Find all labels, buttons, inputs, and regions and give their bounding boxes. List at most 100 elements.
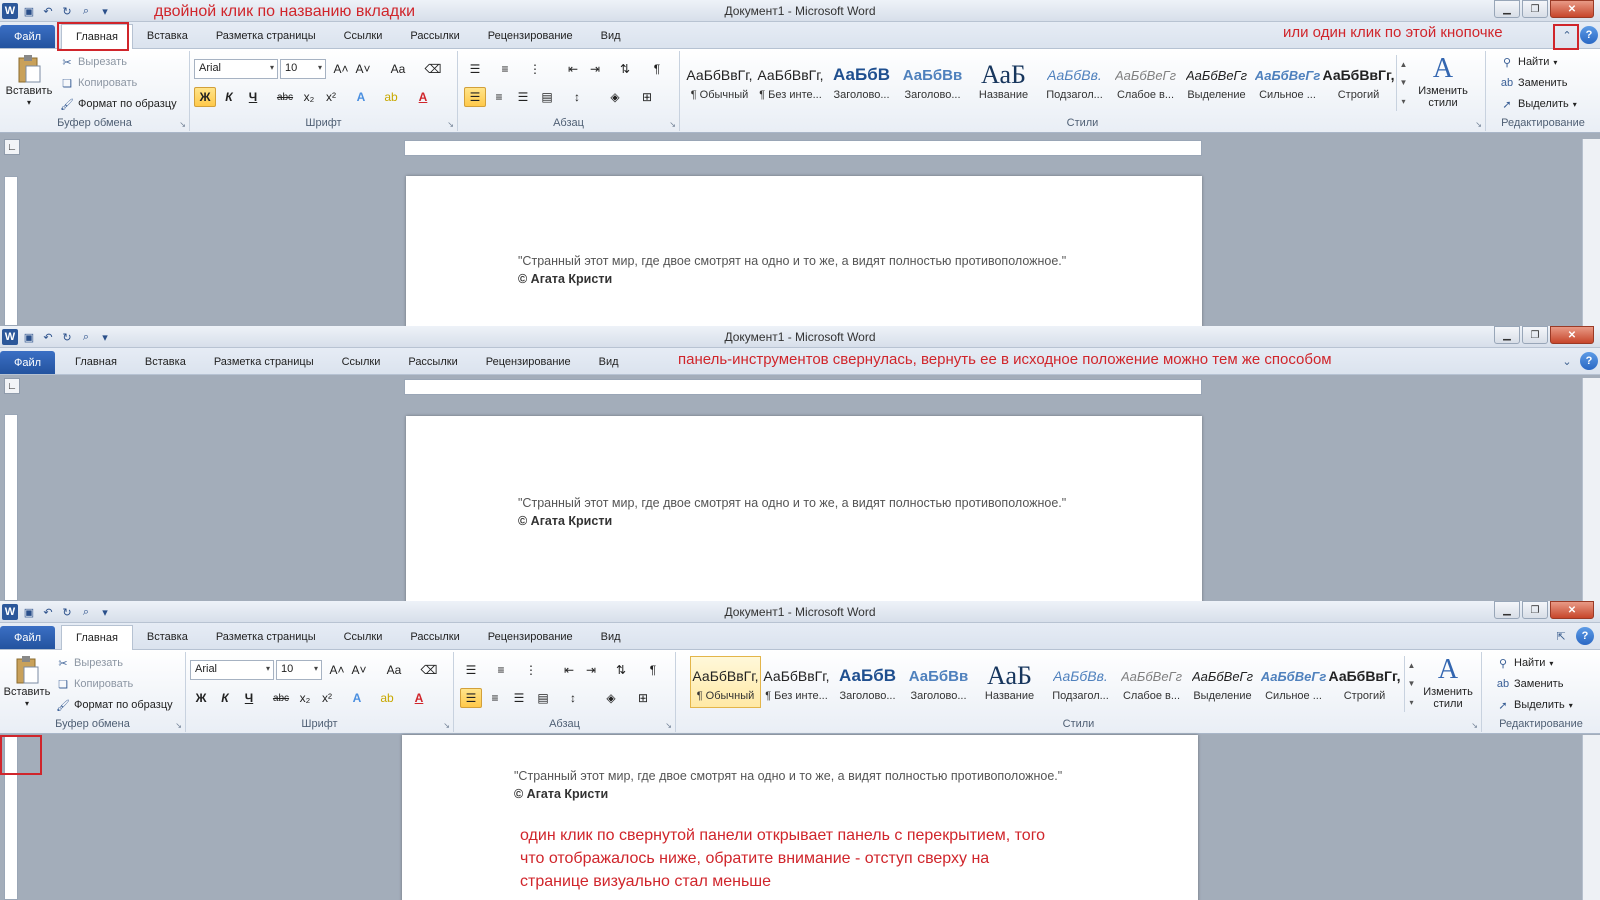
select-button[interactable]: ➚ Выделить ▾	[1500, 97, 1576, 111]
increase-indent-icon[interactable]: ⇥	[584, 59, 606, 79]
tab-review[interactable]: Рецензирование	[474, 623, 587, 650]
align-right-icon[interactable]: ☰	[508, 688, 530, 708]
font-color-button[interactable]: A	[408, 688, 430, 708]
vertical-ruler[interactable]	[4, 176, 18, 326]
close-button[interactable]: ✕	[1550, 326, 1594, 344]
replace-button[interactable]: ab Заменить	[1500, 76, 1568, 90]
align-right-icon[interactable]: ☰	[512, 87, 534, 107]
maximize-button[interactable]: ❐	[1522, 326, 1548, 344]
tab-page-layout[interactable]: Разметка страницы	[202, 22, 330, 49]
align-left-icon[interactable]: ☰	[460, 688, 482, 708]
maximize-button[interactable]: ❐	[1522, 0, 1548, 18]
style-emphasis[interactable]: АаБбВеГг Выделение	[1181, 55, 1252, 107]
document-quote[interactable]: "Странный этот мир, где двое смотрят на …	[518, 496, 1066, 510]
bold-button[interactable]: Ж	[194, 87, 216, 107]
grow-font-button[interactable]: A˄	[330, 59, 352, 79]
dialog-launcher-icon[interactable]: ↘	[1475, 120, 1482, 129]
italic-button[interactable]: К	[214, 688, 236, 708]
multilevel-list-icon[interactable]: ⋮	[524, 59, 546, 79]
line-spacing-icon[interactable]: ↕	[562, 688, 584, 708]
change-case-button[interactable]: Aa	[380, 660, 408, 680]
underline-button[interactable]: Ч	[238, 688, 260, 708]
minimize-button[interactable]: ▁	[1494, 601, 1520, 619]
shrink-font-button[interactable]: A˅	[352, 59, 374, 79]
style-subtle-emphasis[interactable]: АаБбВеГг Слабое в...	[1116, 656, 1187, 708]
format-painter-button[interactable]: 🖌 Формат по образцу	[56, 698, 173, 712]
bullets-icon[interactable]: ☰	[460, 660, 482, 680]
tab-view[interactable]: Вид	[585, 348, 633, 375]
style-heading2[interactable]: АаБбВв Заголово...	[897, 55, 968, 107]
bold-button[interactable]: Ж	[190, 688, 212, 708]
change-styles-button[interactable]: A Изменить стили	[1410, 53, 1476, 110]
minimize-button[interactable]: ▁	[1494, 326, 1520, 344]
copy-button[interactable]: ❏ Копировать	[60, 76, 137, 90]
style-heading1[interactable]: АаБбВ Заголово...	[826, 55, 897, 107]
maximize-button[interactable]: ❐	[1522, 601, 1548, 619]
align-left-icon[interactable]: ☰	[464, 87, 486, 107]
style-intense-emphasis[interactable]: АаБбВеГг Сильное ...	[1252, 55, 1323, 107]
show-marks-button[interactable]: ¶	[642, 660, 664, 680]
shrink-font-button[interactable]: A˅	[348, 660, 370, 680]
font-name-combo[interactable]: Arial ▾	[194, 59, 278, 79]
document-author[interactable]: © Агата Кристи	[518, 272, 612, 286]
tab-home[interactable]: Главная	[61, 625, 133, 650]
bullets-icon[interactable]: ☰	[464, 59, 486, 79]
tab-references[interactable]: Ссылки	[330, 623, 397, 650]
close-button[interactable]: ✕	[1550, 0, 1594, 18]
style-subtitle[interactable]: АаБбВв. Подзагол...	[1039, 55, 1110, 107]
style-subtle-emphasis[interactable]: АаБбВеГг Слабое в...	[1110, 55, 1181, 107]
superscript-button[interactable]: x²	[320, 87, 342, 107]
dialog-launcher-icon[interactable]: ↘	[447, 120, 454, 129]
change-case-button[interactable]: Aa	[384, 59, 412, 79]
grow-font-button[interactable]: A˄	[326, 660, 348, 680]
document-page[interactable]: "Странный этот мир, где двое смотрят на …	[406, 416, 1202, 601]
text-effects-icon[interactable]: A	[346, 688, 368, 708]
shading-icon[interactable]: ◈	[604, 87, 626, 107]
cut-button[interactable]: ✂ Вырезать	[60, 55, 127, 69]
tab-selector[interactable]: ∟	[4, 378, 20, 394]
find-button[interactable]: ⚲ Найти ▾	[1500, 55, 1557, 69]
decrease-indent-icon[interactable]: ⇤	[562, 59, 584, 79]
align-center-icon[interactable]: ≡	[488, 87, 510, 107]
style-heading2[interactable]: АаБбВв Заголово...	[903, 656, 974, 708]
dialog-launcher-icon[interactable]: ↘	[175, 721, 182, 730]
style-subtitle[interactable]: АаБбВв. Подзагол...	[1045, 656, 1116, 708]
tab-references[interactable]: Ссылки	[330, 22, 397, 49]
tab-selector[interactable]: ∟	[4, 139, 20, 155]
decrease-indent-icon[interactable]: ⇤	[558, 660, 580, 680]
document-page[interactable]: "Странный этот мир, где двое смотрят на …	[406, 176, 1202, 326]
tab-file[interactable]: Файл	[0, 25, 56, 48]
increase-indent-icon[interactable]: ⇥	[580, 660, 602, 680]
tab-view[interactable]: Вид	[587, 623, 635, 650]
style-normal[interactable]: АаБбВвГг, ¶ Обычный	[684, 55, 755, 107]
tab-view[interactable]: Вид	[587, 22, 635, 49]
font-size-combo[interactable]: 10 ▾	[276, 660, 322, 680]
tab-insert[interactable]: Вставка	[131, 348, 200, 375]
style-normal[interactable]: АаБбВвГг, ¶ Обычный	[690, 656, 761, 708]
style-heading1[interactable]: АаБбВ Заголово...	[832, 656, 903, 708]
vertical-scrollbar[interactable]	[1582, 378, 1600, 601]
subscript-button[interactable]: x₂	[294, 688, 316, 708]
align-center-icon[interactable]: ≡	[484, 688, 506, 708]
cut-button[interactable]: ✂ Вырезать	[56, 656, 123, 670]
dialog-launcher-icon[interactable]: ↘	[669, 120, 676, 129]
subscript-button[interactable]: x₂	[298, 87, 320, 107]
clear-format-icon[interactable]: ⌫	[422, 59, 444, 79]
tab-references[interactable]: Ссылки	[328, 348, 395, 375]
tab-page-layout[interactable]: Разметка страницы	[202, 623, 330, 650]
numbering-icon[interactable]: ≡	[490, 660, 512, 680]
select-button[interactable]: ➚ Выделить ▾	[1496, 698, 1572, 712]
close-button[interactable]: ✕	[1550, 601, 1594, 619]
dialog-launcher-icon[interactable]: ↘	[179, 120, 186, 129]
style-title[interactable]: АаБ Название	[974, 656, 1045, 708]
text-effects-icon[interactable]: A	[350, 87, 372, 107]
paste-button[interactable]: Вставить ▾	[4, 53, 54, 109]
replace-button[interactable]: ab Заменить	[1496, 677, 1564, 691]
find-button[interactable]: ⚲ Найти ▾	[1496, 656, 1553, 670]
dialog-launcher-icon[interactable]: ↘	[443, 721, 450, 730]
dialog-launcher-icon[interactable]: ↘	[1471, 721, 1478, 730]
expand-ribbon-icon[interactable]: ⌄	[1558, 352, 1576, 370]
style-no-spacing[interactable]: АаБбВвГг, ¶ Без инте...	[755, 55, 826, 107]
copy-button[interactable]: ❏ Копировать	[56, 677, 133, 691]
document-quote[interactable]: "Странный этот мир, где двое смотрят на …	[518, 254, 1066, 268]
